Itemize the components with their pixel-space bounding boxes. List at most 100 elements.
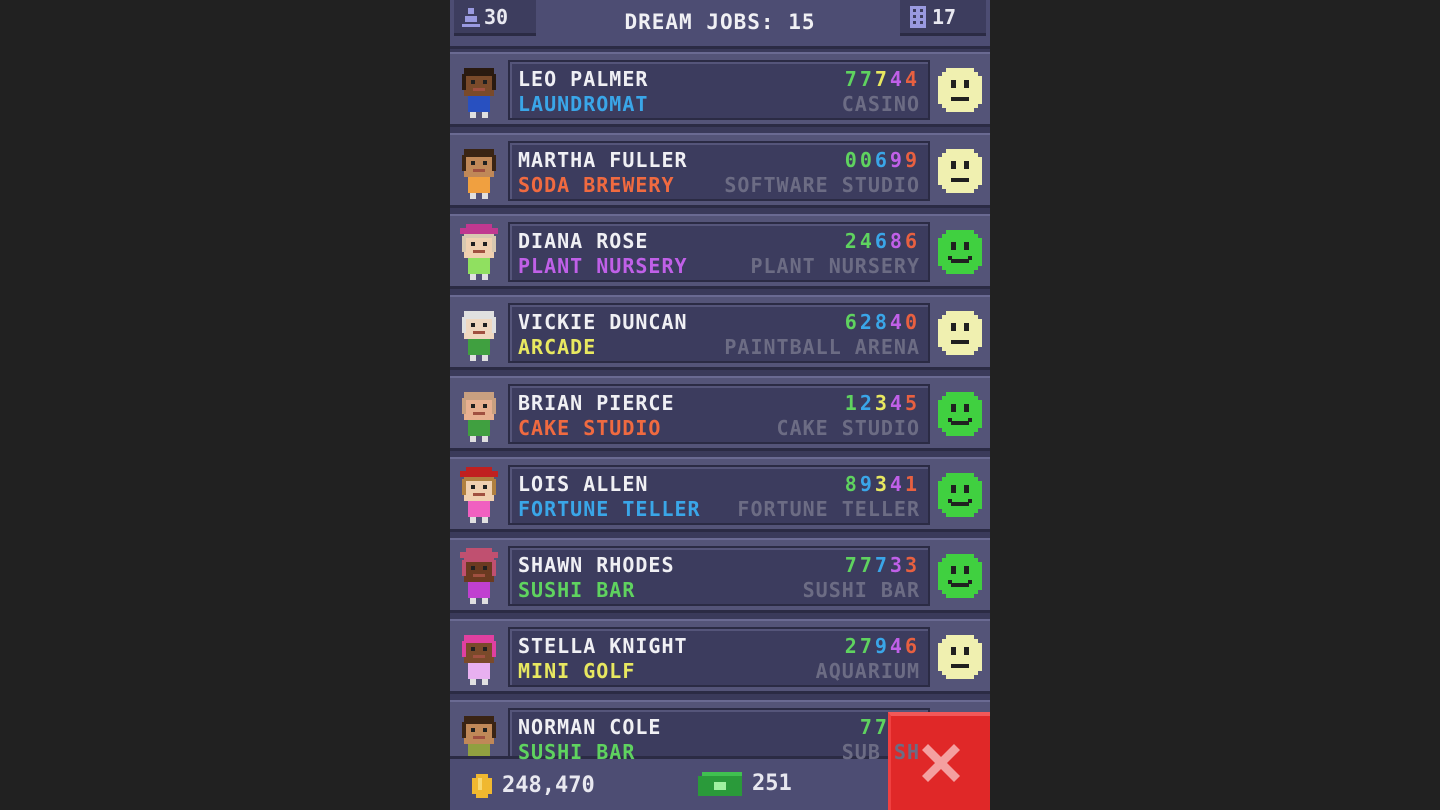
resident-card: MARTHA FULLER 00699 SOFTWARE STUDIO SODA BR…	[508, 141, 930, 201]
bux-value: 251	[752, 771, 792, 796]
neutral-face-icon	[938, 149, 982, 193]
resident-card: DIANA ROSE 24686 PLANT NURSERY PLANT NURSER…	[508, 222, 930, 282]
current-job: FORTUNE TELLER	[518, 497, 701, 521]
resident-avatar	[460, 548, 498, 604]
skill-digit: 4	[889, 472, 905, 496]
resident-name: STELLA KNIGHT	[518, 634, 688, 658]
skill-digit: 4	[859, 229, 875, 253]
resident-avatar	[462, 311, 496, 361]
skill-digits: 00699	[845, 148, 920, 172]
resident-name: BRIAN PIERCE	[518, 391, 675, 415]
skill-digit: 8	[874, 310, 890, 334]
skill-digit: 2	[844, 229, 860, 253]
resident-card: STELLA KNIGHT 27946 AQUARIUM MINI GOLF	[508, 627, 930, 687]
skill-digit: 9	[904, 148, 920, 172]
happy-face-icon	[938, 473, 982, 517]
resident-row[interactable]: VICKIE DUNCAN 62840 PAINTBALL ARENA ARCADE	[450, 295, 990, 370]
skill-digit: 4	[889, 391, 905, 415]
resident-card: LOIS ALLEN 89341 FORTUNE TELLER FORTUNE TEL…	[508, 465, 930, 525]
dream-job: AQUARIUM	[815, 659, 920, 683]
dream-job: SUSHI BAR	[802, 578, 920, 602]
skill-digit: 7	[859, 715, 875, 739]
skill-digit: 4	[904, 67, 920, 91]
bux-display: 251	[698, 771, 792, 796]
skill-digit: 2	[859, 391, 875, 415]
bux-icon	[698, 771, 742, 796]
skill-digits: 89341	[845, 472, 920, 496]
skill-digit: 7	[844, 67, 860, 91]
building-icon	[910, 5, 926, 28]
skill-digit: 6	[874, 229, 890, 253]
floors-counter[interactable]: 17	[900, 0, 986, 36]
happy-face-icon	[938, 392, 982, 436]
neutral-face-icon	[938, 68, 982, 112]
skill-digit: 9	[859, 472, 875, 496]
resident-card: LEO PALMER 77744 CASINO LAUNDROMAT	[508, 60, 930, 120]
resident-card: VICKIE DUNCAN 62840 PAINTBALL ARENA ARCADE	[508, 303, 930, 363]
dream-job: PLANT NURSERY	[750, 254, 920, 278]
resident-card: SHAWN RHODES 77733 SUSHI BAR SUSHI BAR	[508, 546, 930, 606]
neutral-face-icon	[938, 311, 982, 355]
current-job: MINI GOLF	[518, 659, 636, 683]
skill-digit: 0	[844, 148, 860, 172]
resident-name: SHAWN RHODES	[518, 553, 675, 577]
happy-face-icon	[938, 554, 982, 598]
resident-row[interactable]: LOIS ALLEN 89341 FORTUNE TELLER FORTUNE TEL…	[450, 457, 990, 532]
skill-digit: 4	[889, 310, 905, 334]
dream-job: FORTUNE TELLER	[737, 497, 920, 521]
coins-value: 248,470	[502, 773, 595, 798]
resident-avatar	[460, 467, 498, 523]
skill-digits: 24686	[845, 229, 920, 253]
resident-row[interactable]: STELLA KNIGHT 27946 AQUARIUM MINI GOLF	[450, 619, 990, 694]
top-bar: 30 DREAM JOBS: 15 17	[450, 0, 990, 49]
skill-digit: 3	[874, 472, 890, 496]
dream-job: CASINO	[841, 92, 920, 116]
skill-digit: 2	[859, 310, 875, 334]
skill-digit: 0	[859, 148, 875, 172]
resident-name: MARTHA FULLER	[518, 148, 688, 172]
resident-row[interactable]: LEO PALMER 77744 CASINO LAUNDROMAT	[450, 52, 990, 127]
resident-row[interactable]: SHAWN RHODES 77733 SUSHI BAR SUSHI BAR	[450, 538, 990, 613]
resident-name: DIANA ROSE	[518, 229, 649, 253]
skill-digit: 4	[889, 634, 905, 658]
skill-digit: 7	[859, 67, 875, 91]
resident-card: BRIAN PIERCE 12345 CAKE STUDIO CAKE STUDIO	[508, 384, 930, 444]
skill-digit: 0	[904, 310, 920, 334]
skill-digit: 2	[844, 634, 860, 658]
skill-digit: 9	[889, 148, 905, 172]
current-job: CAKE STUDIO	[518, 416, 662, 440]
resident-avatar	[460, 224, 498, 280]
resident-row[interactable]: DIANA ROSE 24686 PLANT NURSERY PLANT NURSER…	[450, 214, 990, 289]
skill-digit: 9	[874, 634, 890, 658]
skill-digits: 12345	[845, 391, 920, 415]
skill-digit: 5	[904, 391, 920, 415]
neutral-face-icon	[938, 635, 982, 679]
skill-digit: 7	[844, 553, 860, 577]
current-job: ARCADE	[518, 335, 597, 359]
skill-digit: 8	[889, 229, 905, 253]
resident-avatar	[462, 635, 496, 685]
resident-name: NORMAN COLE	[518, 715, 662, 739]
skill-digits: 62840	[845, 310, 920, 334]
coin-icon	[472, 773, 492, 798]
skill-digit: 3	[874, 391, 890, 415]
skill-digit: 8	[844, 472, 860, 496]
happy-face-icon	[938, 230, 982, 274]
skill-digits: 27946	[845, 634, 920, 658]
skill-digit: 1	[844, 391, 860, 415]
skill-digit: 6	[844, 310, 860, 334]
skill-digit: 1	[904, 472, 920, 496]
resident-row[interactable]: BRIAN PIERCE 12345 CAKE STUDIO CAKE STUDIO	[450, 376, 990, 451]
floors-value: 17	[932, 4, 957, 29]
dream-job: CAKE STUDIO	[776, 416, 920, 440]
dream-job: SOFTWARE STUDIO	[724, 173, 920, 197]
skill-digit: 6	[904, 229, 920, 253]
skill-digit: 7	[874, 67, 890, 91]
resident-avatar	[462, 149, 496, 199]
skill-digit: 3	[889, 553, 905, 577]
current-job: LAUNDROMAT	[518, 92, 649, 116]
resident-avatar	[462, 392, 496, 442]
resident-list: LEO PALMER 77744 CASINO LAUNDROMAT MARTHA FU…	[450, 52, 990, 781]
resident-name: LEO PALMER	[518, 67, 649, 91]
resident-row[interactable]: MARTHA FULLER 00699 SOFTWARE STUDIO SODA BR…	[450, 133, 990, 208]
